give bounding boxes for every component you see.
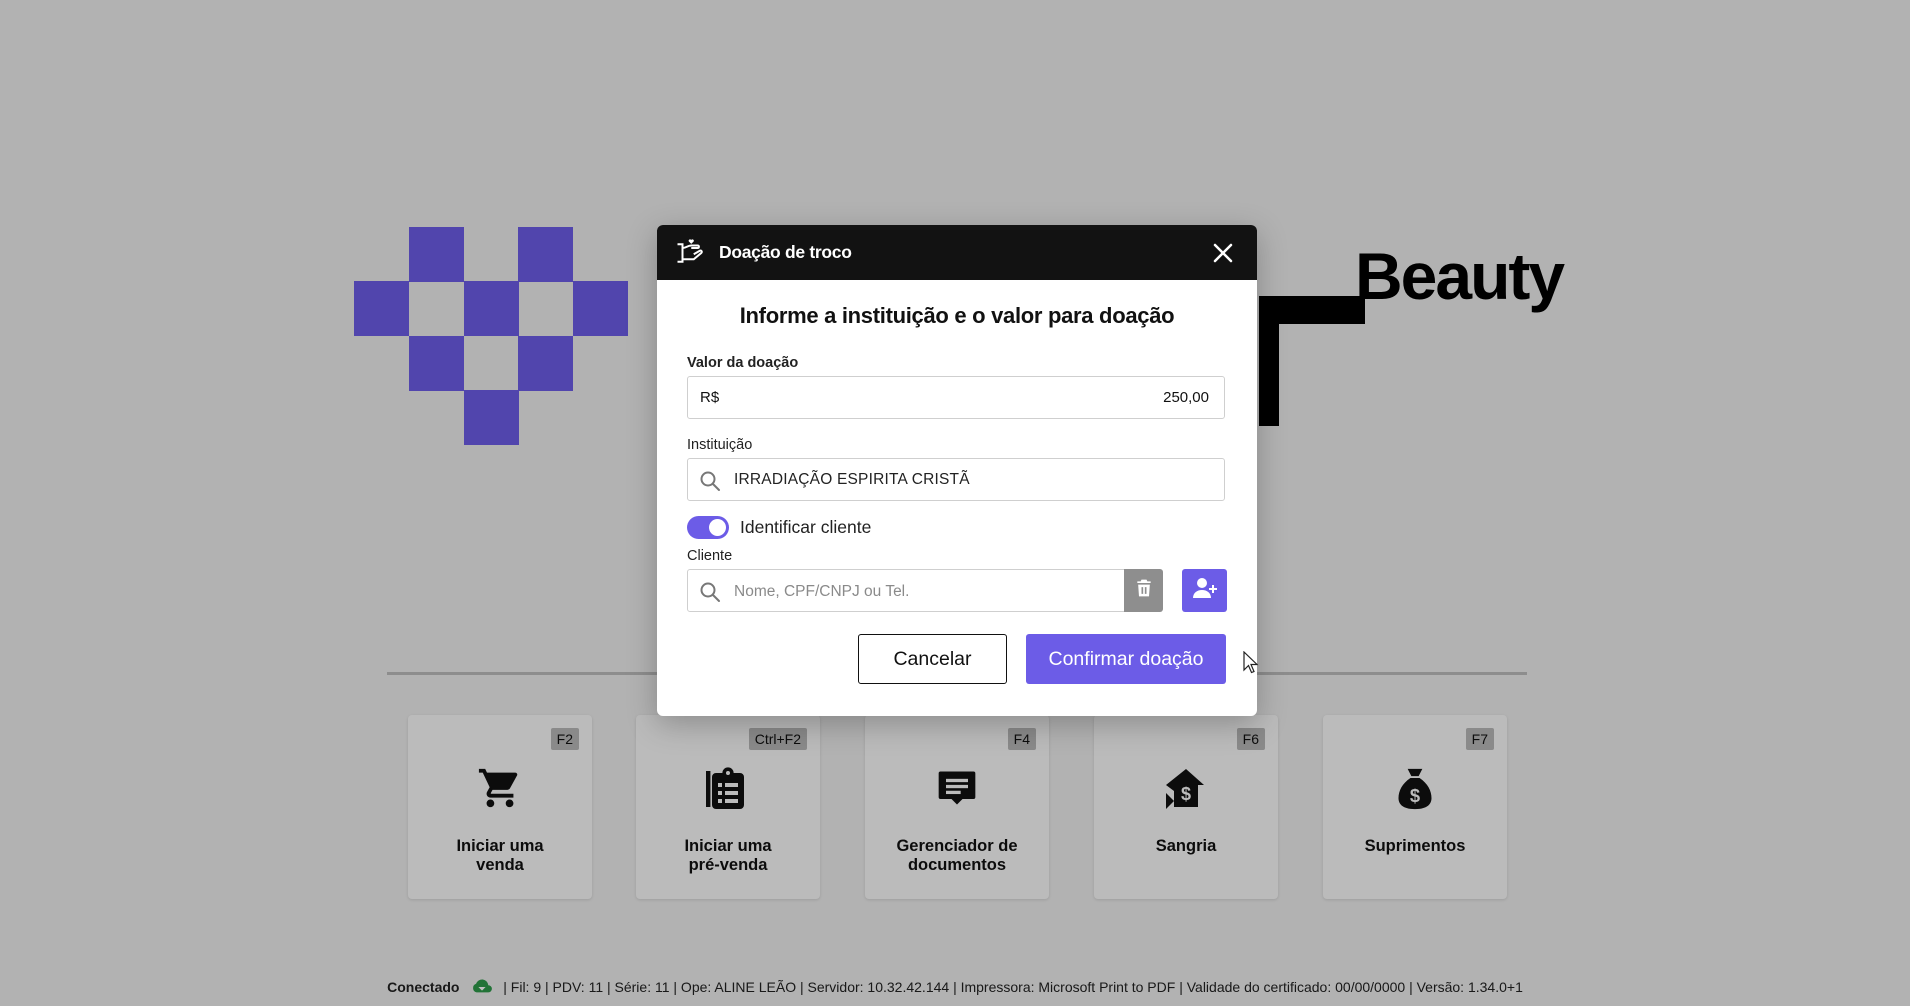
dialog-heading: Informe a instituição e o valor para doa… bbox=[739, 303, 1175, 328]
cancel-button[interactable]: Cancelar bbox=[858, 634, 1007, 684]
search-icon bbox=[698, 580, 722, 609]
close-icon[interactable] bbox=[1211, 241, 1235, 265]
client-search-input[interactable] bbox=[732, 577, 1076, 607]
add-client-button[interactable] bbox=[1182, 569, 1227, 612]
dialog-title: Doação de troco bbox=[719, 242, 852, 262]
identify-client-label: Identificar cliente bbox=[740, 517, 872, 537]
amount-value: 250,00 bbox=[1163, 389, 1209, 406]
institution-value: IRRADIAÇÃO ESPIRITA CRISTÃ bbox=[734, 471, 970, 488]
clear-client-button[interactable] bbox=[1124, 569, 1163, 612]
donation-hand-icon bbox=[675, 238, 705, 273]
institution-search-field[interactable]: IRRADIAÇÃO ESPIRITA CRISTÃ bbox=[687, 458, 1225, 501]
currency-prefix: R$ bbox=[700, 389, 720, 406]
client-label: Cliente bbox=[687, 548, 733, 564]
confirm-donation-button[interactable]: Confirmar doação bbox=[1026, 634, 1226, 684]
identify-client-toggle[interactable] bbox=[687, 516, 729, 539]
dialog-header: Doação de troco bbox=[657, 225, 1257, 280]
amount-label: Valor da doação bbox=[687, 355, 799, 371]
institution-label: Instituição bbox=[687, 437, 753, 453]
add-user-icon bbox=[1192, 576, 1218, 605]
mouse-pointer-icon bbox=[1243, 650, 1259, 680]
search-icon bbox=[698, 469, 722, 498]
change-donation-dialog: Doação de troco Informe a instituição e … bbox=[657, 225, 1257, 716]
trash-icon bbox=[1134, 577, 1154, 604]
client-search-field[interactable] bbox=[687, 569, 1125, 612]
donation-amount-field[interactable]: R$ 250,00 bbox=[687, 376, 1225, 419]
